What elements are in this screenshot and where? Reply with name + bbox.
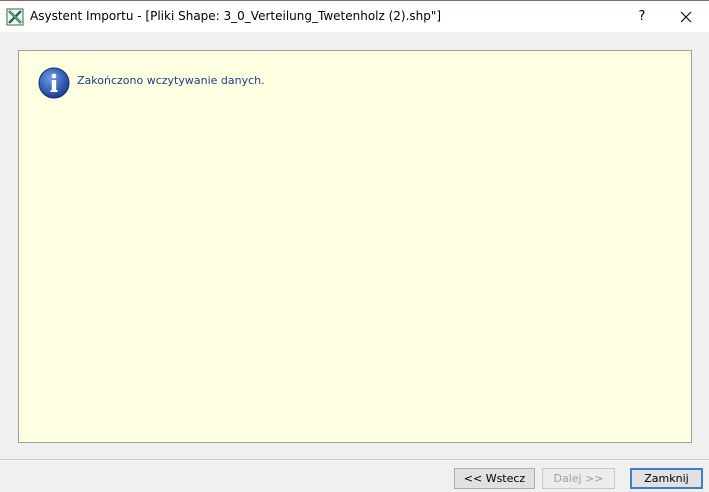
content-panel: Zakończono wczytywanie danych. [18,50,692,443]
next-button[interactable]: Dalej >> [542,468,615,489]
help-button[interactable]: ? [619,2,665,32]
excel-icon [6,8,24,26]
close-icon [680,11,692,23]
footer-separator [0,459,709,460]
finish-close-button[interactable]: Zamknij [630,468,703,489]
window-title: Asystent Importu - [Pliki Shape: 3_0_Ver… [30,9,442,23]
status-message: Zakończono wczytywanie danych. [77,74,265,87]
back-button[interactable]: << Wstecz [454,468,535,489]
info-icon [38,67,70,99]
title-bar: Asystent Importu - [Pliki Shape: 3_0_Ver… [0,1,709,32]
close-window-button[interactable] [663,2,709,32]
